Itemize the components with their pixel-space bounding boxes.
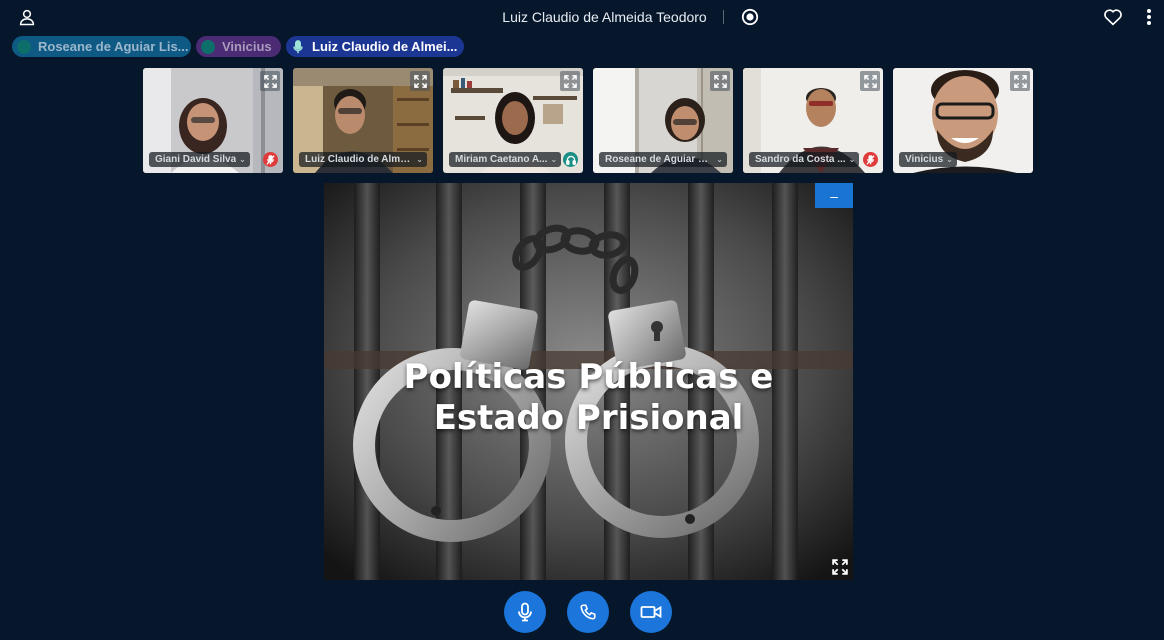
video-participant-name: Vinicius — [905, 154, 944, 165]
top-bar: Luiz Claudio de Almeida Teodoro — [0, 0, 1164, 34]
fullscreen-icon — [832, 559, 848, 575]
muted-icon — [863, 152, 878, 167]
action-bar — [504, 591, 672, 633]
heart-icon — [1104, 9, 1122, 26]
expand-video-button[interactable] — [410, 71, 430, 91]
video-name-tag[interactable]: Giani David Silva ⌄ — [149, 152, 250, 167]
phone-icon — [580, 604, 596, 620]
slide-title-line: Políticas Públicas e — [403, 357, 774, 397]
microphone-icon — [518, 602, 532, 622]
expand-icon — [563, 74, 577, 88]
chevron-down-icon: ⌄ — [716, 155, 723, 164]
video-participant-name: Roseane de Aguiar Li... — [605, 154, 714, 165]
fullscreen-button[interactable] — [831, 558, 849, 576]
microphone-button[interactable] — [504, 591, 546, 633]
avatar-dot — [201, 39, 215, 54]
options-menu-button[interactable] — [1139, 6, 1159, 28]
video-tile[interactable]: Vinicius ⌄ — [893, 68, 1033, 173]
video-name-tag[interactable]: Luiz Claudio de Alme... ⌄ — [299, 152, 427, 167]
title-group: Luiz Claudio de Almeida Teodoro — [502, 7, 759, 27]
expand-video-button[interactable] — [260, 71, 280, 91]
participant-pill-name: Roseane de Aguiar Lis... — [38, 39, 189, 54]
participant-pill-name: Vinicius — [222, 39, 272, 54]
video-name-tag[interactable]: Vinicius ⌄ — [899, 152, 957, 167]
record-button[interactable] — [740, 7, 760, 27]
talking-indicator-bar: Roseane de Aguiar Lis... Vinicius Luiz C… — [12, 36, 464, 57]
leave-audio-button[interactable] — [567, 591, 609, 633]
video-name-tag[interactable]: Roseane de Aguiar Li... ⌄ — [599, 152, 727, 167]
video-participant-name: Miriam Caetano A... — [455, 154, 548, 165]
video-tile[interactable]: Giani David Silva ⌄ — [143, 68, 283, 173]
video-tile[interactable]: Roseane de Aguiar Li... ⌄ — [593, 68, 733, 173]
video-list: Giani David Silva ⌄ Luiz Claudio de Alme… — [143, 68, 1033, 173]
video-tile[interactable]: Miriam Caetano A... ⌄ — [443, 68, 583, 173]
expand-icon — [413, 74, 427, 88]
headphones-icon — [563, 152, 578, 167]
chevron-down-icon: ⌄ — [848, 155, 856, 164]
avatar-dot — [17, 39, 31, 54]
presentation-area: Políticas Públicas e Estado Prisional – — [324, 183, 853, 580]
minimize-label: – — [830, 187, 838, 204]
video-participant-name: Giani David Silva — [155, 154, 237, 165]
meeting-title: Luiz Claudio de Almeida Teodoro — [502, 9, 707, 25]
expand-icon — [1013, 74, 1027, 88]
expand-icon — [713, 74, 727, 88]
microphone-icon — [291, 39, 305, 54]
video-tile[interactable]: Luiz Claudio de Alme... ⌄ — [293, 68, 433, 173]
chevron-down-icon: ⌄ — [239, 155, 246, 164]
video-tile[interactable]: Sandro da Costa ... ⌄ — [743, 68, 883, 173]
chevron-down-icon: ⌄ — [550, 155, 558, 164]
video-name-tag[interactable]: Sandro da Costa ... ⌄ — [749, 152, 860, 167]
expand-icon — [863, 74, 877, 88]
slide-title-line: Estado Prisional — [433, 398, 744, 438]
muted-icon — [263, 152, 278, 167]
expand-icon — [263, 74, 277, 88]
title-divider — [722, 10, 724, 24]
video-camera-icon — [640, 605, 662, 619]
participant-pill-talking[interactable]: Luiz Claudio de Almei... — [286, 36, 464, 57]
user-icon — [19, 9, 35, 26]
minimize-presentation-button[interactable]: – — [815, 183, 853, 208]
more-vertical-icon — [1147, 9, 1151, 25]
video-participant-name: Luiz Claudio de Alme... — [305, 154, 414, 165]
share-camera-button[interactable] — [630, 591, 672, 633]
participant-pill-name: Luiz Claudio de Almei... — [312, 39, 458, 54]
expand-video-button[interactable] — [1010, 71, 1030, 91]
user-list-button[interactable] — [16, 6, 38, 28]
slide-title: Políticas Públicas e Estado Prisional — [324, 357, 853, 439]
record-icon — [741, 8, 758, 26]
chevron-down-icon: ⌄ — [416, 155, 423, 164]
participant-pill[interactable]: Vinicius — [196, 36, 281, 57]
title-area: Luiz Claudio de Almeida Teodoro — [0, 0, 1164, 34]
chevron-down-icon: ⌄ — [946, 155, 953, 164]
video-name-tag[interactable]: Miriam Caetano A... ⌄ — [449, 152, 562, 167]
expand-video-button[interactable] — [710, 71, 730, 91]
expand-video-button[interactable] — [560, 71, 580, 91]
participant-pill[interactable]: Roseane de Aguiar Lis... — [12, 36, 191, 57]
favorite-button[interactable] — [1102, 6, 1124, 28]
video-participant-name: Sandro da Costa ... — [755, 154, 846, 165]
expand-video-button[interactable] — [860, 71, 880, 91]
